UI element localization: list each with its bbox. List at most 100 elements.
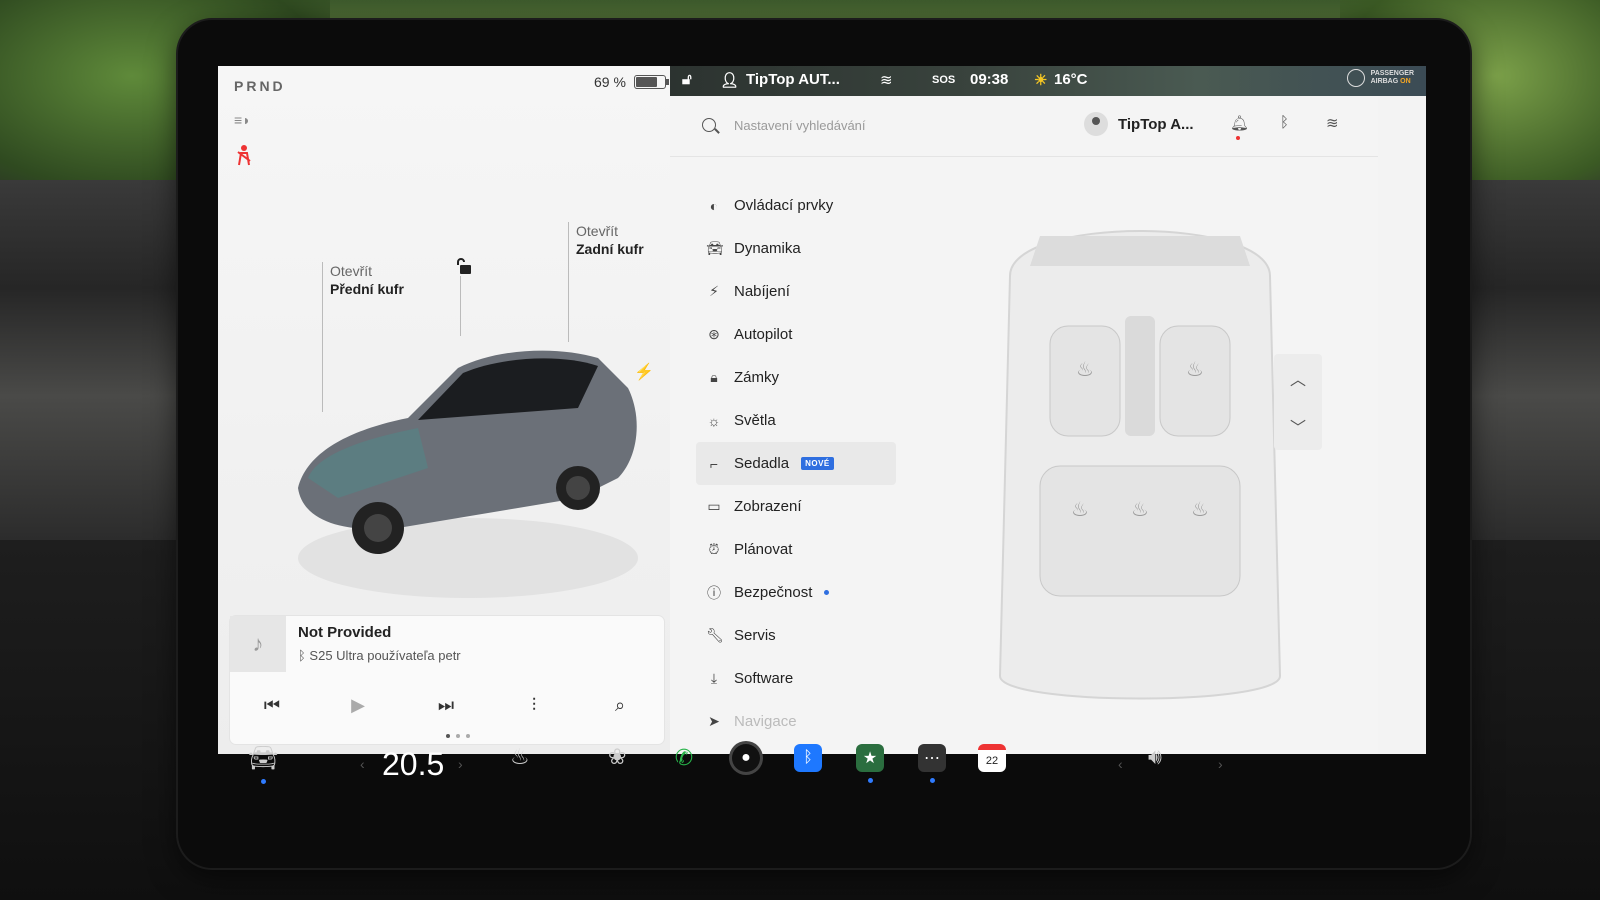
settings-menu-item[interactable]: ◐ Ovládací prvky bbox=[696, 184, 916, 227]
download-icon: ⤓ bbox=[710, 670, 718, 686]
notification-bell-icon[interactable]: 🔔︎ bbox=[1230, 114, 1249, 132]
svg-text:♨: ♨ bbox=[1186, 359, 1204, 381]
settings-menu-item[interactable]: ⏰︎ Plánovat bbox=[696, 528, 916, 571]
lock-icon: 🔒︎ bbox=[710, 369, 718, 385]
settings-menu-item[interactable]: ⚡︎ Nabíjení bbox=[696, 270, 916, 313]
gear-indicator: PRND bbox=[234, 78, 286, 94]
settings-menu-item[interactable]: 🔧︎ Servis bbox=[696, 614, 916, 657]
settings-menu-item[interactable]: ☼ Světla bbox=[696, 399, 916, 442]
seatbelt-warning-icon bbox=[236, 144, 252, 172]
phone-icon[interactable]: ✆ bbox=[670, 744, 698, 772]
equalizer-icon[interactable]: ⫶ bbox=[514, 690, 554, 720]
car-dock-button[interactable]: 🚘︎ bbox=[248, 744, 278, 784]
touchscreen: PRND 69 % ≡◗ Otevřít Přední kufr Otevřít… bbox=[218, 66, 1426, 754]
menu-item-label: Světla bbox=[734, 412, 776, 429]
menu-item-label: Bezpečnost bbox=[734, 584, 813, 601]
settings-menu-item[interactable]: ▭ Zobrazení bbox=[696, 485, 916, 528]
settings-search-input[interactable]: Nastavení vyhledávání bbox=[734, 118, 866, 133]
settings-header: Nastavení vyhledávání TipTop A... 🔔︎ ᛒ ≋ bbox=[670, 96, 1378, 157]
passenger-airbag-indicator: PASSENGER AIRBAG ON bbox=[1346, 69, 1414, 87]
bottom-dock: 🚘︎ ‹ 20.5 › ♨ ❀ ✆ ● ᛒ ★ ⋯ 22 ‹ 🔊︎ › bbox=[218, 744, 1426, 814]
media-search-icon[interactable]: ⌕ bbox=[600, 690, 640, 720]
menu-item-label: Autopilot bbox=[734, 326, 793, 343]
menu-item-label: Nabíjení bbox=[734, 283, 790, 300]
menu-item-label: Servis bbox=[734, 627, 776, 644]
seat-heater-icon[interactable]: ♨ bbox=[510, 744, 530, 770]
settings-menu-item[interactable]: ⤓ Software bbox=[696, 657, 916, 700]
lock-status-icon[interactable]: 🔓︎ bbox=[682, 71, 692, 88]
chevron-up-icon[interactable]: ︿ bbox=[1274, 354, 1322, 402]
play-icon[interactable]: ▶ bbox=[338, 690, 378, 720]
avatar bbox=[1084, 112, 1108, 136]
defrost-icon[interactable]: ❀ bbox=[608, 744, 626, 770]
svg-text:♨: ♨ bbox=[1131, 499, 1149, 521]
next-icon[interactable]: ⏭ bbox=[426, 690, 466, 720]
temp-down-arrow[interactable]: ‹ bbox=[360, 756, 365, 772]
search-icon[interactable] bbox=[702, 118, 716, 132]
chevron-down-icon[interactable]: ﹀ bbox=[1274, 402, 1322, 450]
settings-menu-item[interactable]: ⓘ Bezpečnost bbox=[696, 571, 916, 614]
menu-item-label: Ovládací prvky bbox=[734, 197, 834, 214]
steering-wheel-icon: ⊛ bbox=[708, 326, 720, 342]
unlock-icon[interactable] bbox=[454, 256, 474, 276]
volume-down-arrow[interactable]: ‹ bbox=[1118, 756, 1123, 772]
profile-icon[interactable]: 👤︎ bbox=[720, 71, 739, 89]
info-icon: ⓘ bbox=[707, 584, 721, 601]
wifi-settings-icon[interactable]: ≋ bbox=[1326, 114, 1339, 132]
airbag-icon bbox=[1346, 69, 1365, 87]
bluetooth-small-icon: ᛒ bbox=[298, 648, 310, 663]
settings-menu-item[interactable]: ➤ Navigace bbox=[696, 700, 916, 743]
user-profile-button[interactable]: TipTop A... bbox=[1084, 112, 1194, 136]
trunk-action: Otevřít bbox=[576, 223, 619, 239]
settings-menu-item[interactable]: ⌐ Sedadla NOVÉ bbox=[696, 442, 896, 485]
sos-label[interactable]: SOS bbox=[932, 74, 955, 86]
headlight-icon[interactable]: ≡◗ bbox=[234, 112, 251, 128]
settings-menu-item[interactable]: ⊛ Autopilot bbox=[696, 313, 916, 356]
car-status-panel: PRND 69 % ≡◗ Otevřít Přední kufr Otevřít… bbox=[218, 66, 680, 754]
sun-icon: ☀ bbox=[1034, 72, 1048, 89]
svg-text:♨: ♨ bbox=[1076, 359, 1094, 381]
menu-item-label: Navigace bbox=[734, 713, 797, 730]
volume-up-arrow[interactable]: › bbox=[1218, 756, 1223, 772]
previous-icon[interactable]: ⏮ bbox=[252, 690, 292, 720]
media-player[interactable]: ♪ Not Provided ᛒ S25 Ultra používateľa p… bbox=[230, 616, 664, 744]
camera-icon[interactable]: ● bbox=[732, 744, 760, 772]
trunk-leader-line bbox=[568, 222, 569, 342]
open-trunk-button[interactable]: Otevřít Zadní kufr bbox=[576, 222, 644, 258]
airbag-state: ON bbox=[1400, 78, 1411, 85]
menu-item-label: Zámky bbox=[734, 369, 779, 386]
open-frunk-button[interactable]: Otevřít Přední kufr bbox=[330, 262, 404, 298]
notification-dot bbox=[1236, 136, 1240, 140]
car-3d-model[interactable] bbox=[278, 328, 658, 598]
settings-menu-item[interactable]: 🚘︎ Dynamika bbox=[696, 227, 916, 270]
seat-scroll-control: ︿ ﹀ bbox=[1274, 354, 1322, 450]
seat-heater-diagram[interactable]: ♨ ♨ ♨ ♨ ♨ bbox=[970, 196, 1310, 716]
car-icon: 🚘︎ bbox=[706, 240, 724, 256]
display-icon: ▭ bbox=[707, 498, 721, 514]
settings-menu-item[interactable]: 🔒︎ Zámky bbox=[696, 356, 916, 399]
wifi-icon: ≋ bbox=[880, 72, 893, 89]
volume-icon[interactable]: 🔊︎ bbox=[1148, 744, 1162, 770]
games-icon[interactable]: ★ bbox=[856, 744, 884, 783]
menu-item-label: Software bbox=[734, 670, 794, 687]
frunk-action: Otevřít bbox=[330, 263, 373, 279]
lock-leader-line bbox=[460, 276, 461, 336]
menu-item-label: Dynamika bbox=[734, 240, 801, 257]
settings-menu: ◐ Ovládací prvky 🚘︎ Dynamika ⚡︎ Nabíjení ⊛ Auto… bbox=[696, 184, 916, 743]
cabin-temperature[interactable]: 20.5 bbox=[382, 746, 444, 783]
battery-status: 69 % bbox=[594, 74, 669, 90]
more-icon[interactable]: ⋯ bbox=[918, 744, 946, 783]
temp-up-arrow[interactable]: › bbox=[458, 756, 463, 772]
bluetooth-icon[interactable]: ᛒ bbox=[1280, 114, 1289, 131]
bolt-icon: ⚡︎ bbox=[709, 283, 719, 299]
calendar-icon[interactable]: 22 bbox=[978, 744, 1006, 772]
bluetooth-app-icon[interactable]: ᛒ bbox=[794, 744, 822, 772]
wrench-icon: 🔧︎ bbox=[706, 627, 724, 643]
new-badge: NOVÉ bbox=[801, 457, 834, 470]
profile-name[interactable]: TipTop AUT... bbox=[746, 71, 840, 88]
user-name: TipTop A... bbox=[1118, 115, 1194, 133]
page-indicator bbox=[446, 734, 470, 738]
alarm-icon: ⏰︎ bbox=[708, 541, 720, 557]
outside-temperature: 16°C bbox=[1054, 71, 1088, 88]
navigation-icon: ➤ bbox=[708, 713, 720, 729]
